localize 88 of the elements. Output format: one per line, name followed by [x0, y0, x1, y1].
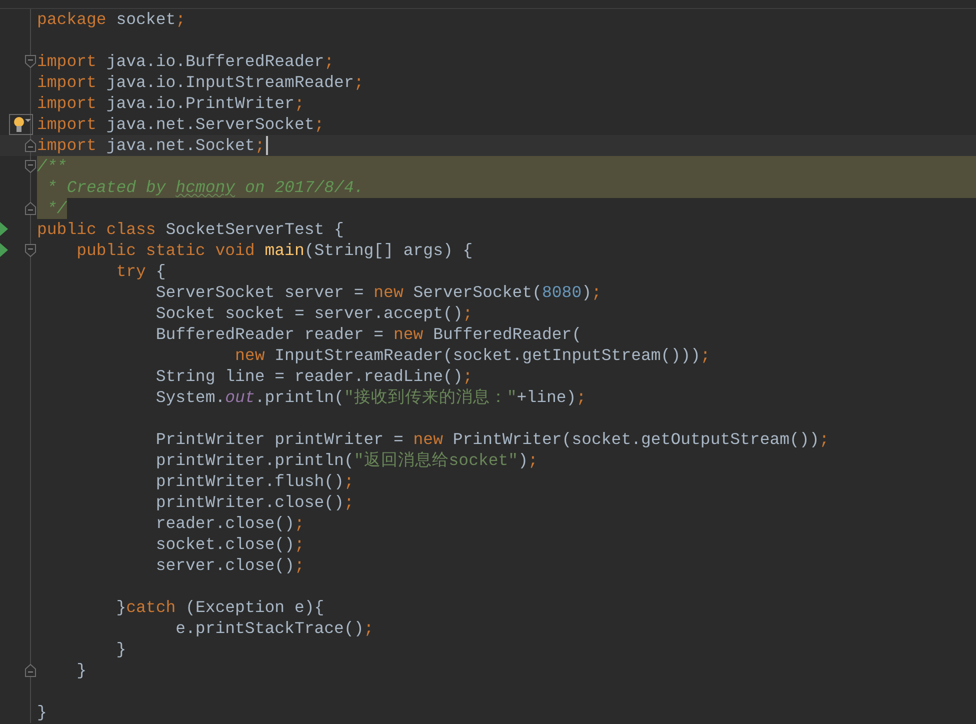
code-text: (String[] args) {: [304, 240, 473, 261]
semicolon: ;: [354, 72, 364, 93]
string-literal: "接收到传来的消息：": [344, 387, 517, 408]
keyword: import: [37, 93, 98, 114]
misspelled-word: hcmony: [176, 177, 236, 198]
code-text: PrintWriter(socket.getOutputStream()): [452, 429, 820, 450]
fold-icon[interactable]: [25, 55, 36, 68]
semicolon: ;: [528, 450, 538, 471]
code-text: System.: [154, 387, 226, 408]
code-text: ServerSocket(: [413, 282, 542, 303]
semicolon: ;: [344, 471, 354, 492]
semicolon: ;: [576, 387, 586, 408]
code-text: PrintWriter printWriter =: [154, 429, 404, 450]
code-text: printWriter.println(: [154, 450, 354, 471]
keyword: public static void: [76, 240, 256, 261]
code-text: (Exception e){: [186, 597, 324, 618]
keyword: import: [37, 135, 98, 156]
semicolon: ;: [819, 429, 830, 450]
code-text: }: [115, 639, 126, 660]
code-text: BufferedReader reader =: [154, 324, 385, 345]
fold-icon[interactable]: [25, 244, 36, 257]
keyword: public class: [37, 219, 157, 240]
comment-text: /**: [37, 156, 67, 177]
code-text: java.io.PrintWriter: [106, 93, 294, 114]
semicolon: ;: [462, 303, 473, 324]
code-text: java.io.InputStreamReader: [106, 72, 354, 93]
semicolon: ;: [592, 282, 602, 303]
code-text: SocketServerTest {: [166, 219, 344, 240]
code-text: e.printStackTrace(): [174, 618, 364, 639]
semicolon: ;: [294, 555, 304, 576]
code-text: {: [156, 261, 166, 282]
method-name: main: [264, 240, 304, 261]
string-literal: "返回消息给socket": [354, 450, 518, 471]
keyword: import: [37, 114, 98, 135]
code-text: printWriter.close(): [154, 492, 344, 513]
comment-text: on 2017/8/4.: [244, 177, 364, 198]
code-text: reader.close(): [154, 513, 294, 534]
comment-text: * Created by: [46, 177, 167, 198]
code-text: server.close(): [154, 555, 294, 576]
field-name: out: [225, 387, 255, 408]
fold-icon[interactable]: [25, 160, 36, 173]
keyword: new: [374, 282, 404, 303]
keyword: package: [37, 9, 108, 30]
code-text: printWriter.flush(): [154, 471, 344, 492]
semicolon: ;: [176, 9, 186, 30]
semicolon: ;: [344, 492, 354, 513]
keyword: try: [115, 261, 147, 282]
semicolon: ;: [294, 93, 304, 114]
run-icon[interactable]: [0, 222, 8, 236]
code-text: InputStreamReader(socket.getInputStream())): [274, 345, 700, 366]
code-text: java.net.ServerSocket: [106, 114, 314, 135]
keyword: new: [413, 429, 444, 450]
code-text: Socket socket = server.accept(): [154, 303, 463, 324]
keyword: new: [393, 324, 424, 345]
code-text: ): [582, 282, 592, 303]
code-text: +line): [516, 387, 576, 408]
code-text: String line = reader.readLine(): [154, 366, 463, 387]
semicolon: ;: [462, 366, 473, 387]
keyword: new: [234, 345, 266, 366]
code-text: }: [115, 597, 126, 618]
semicolon: ;: [700, 345, 710, 366]
semicolon: ;: [324, 51, 334, 72]
code-text: ): [518, 450, 528, 471]
code-text: ServerSocket server =: [154, 282, 365, 303]
keyword: import: [37, 72, 98, 93]
semicolon: ;: [294, 513, 304, 534]
code-text: BufferedReader(: [433, 324, 582, 345]
code-text: socket: [116, 9, 176, 30]
code-text: socket.close(): [154, 534, 294, 555]
semicolon: ;: [364, 618, 374, 639]
keyword: catch: [126, 597, 177, 618]
semicolon: ;: [314, 114, 324, 135]
code-text: .println(: [254, 387, 344, 408]
comment-text: */: [46, 198, 67, 219]
semicolon: ;: [254, 135, 265, 156]
text-caret: [266, 136, 268, 155]
code-text: }: [37, 702, 47, 723]
code-text: java.net.Socket: [106, 135, 255, 156]
fold-icon[interactable]: [25, 202, 36, 215]
code-text: java.io.BufferedReader: [106, 51, 324, 72]
lightbulb-icon[interactable]: [9, 114, 33, 135]
fold-icon[interactable]: [25, 664, 36, 677]
number-literal: 8080: [542, 282, 582, 303]
run-icon[interactable]: [0, 243, 8, 257]
keyword: import: [37, 51, 98, 72]
fold-icon[interactable]: [25, 139, 36, 152]
semicolon: ;: [294, 534, 304, 555]
code-text: }: [76, 660, 87, 681]
